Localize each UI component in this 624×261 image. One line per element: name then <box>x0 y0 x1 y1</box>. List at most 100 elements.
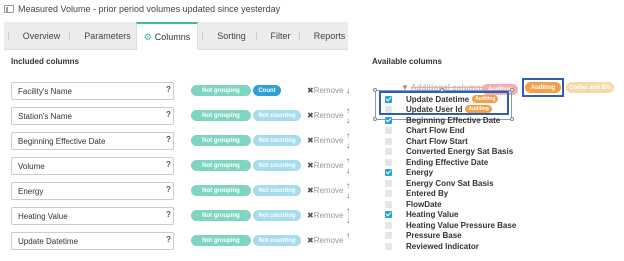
tab-icon <box>202 32 212 40</box>
arrow-down-icon[interactable]: ↓ <box>344 142 352 150</box>
checkbox[interactable] <box>385 242 392 250</box>
checkbox[interactable] <box>385 95 392 103</box>
available-item[interactable]: Chart Flow End <box>385 125 465 135</box>
checkbox[interactable] <box>385 179 392 187</box>
tab-sorting[interactable]: Sorting <box>198 22 250 50</box>
arrow-down-icon[interactable]: ↓ <box>344 217 352 225</box>
tab-filter[interactable]: Filter <box>250 22 296 50</box>
counting-toggle[interactable]: Not counting <box>253 210 301 221</box>
available-item[interactable]: Converted Energy Sat Basis <box>385 146 513 156</box>
resize-handle[interactable] <box>440 88 444 92</box>
grouping-toggle[interactable]: Not grouping <box>191 210 251 221</box>
tab-parameters[interactable]: Parameters <box>64 22 136 50</box>
checkbox[interactable] <box>385 200 392 208</box>
column-name-field[interactable]: Station's Name <box>11 107 174 125</box>
item-label: Beginning Effective Date <box>406 115 501 125</box>
column-name-field[interactable]: Facility's Name <box>11 82 174 100</box>
checkbox[interactable] <box>385 231 392 239</box>
remove-button[interactable]: ✖Remove <box>307 161 344 170</box>
available-item[interactable]: Entered By <box>385 188 448 198</box>
available-item[interactable]: Pressure Base <box>385 230 462 240</box>
arrow-up-icon[interactable]: ↑ <box>344 107 352 115</box>
remove-button[interactable]: ✖Remove <box>307 86 344 95</box>
remove-button[interactable]: ✖Remove <box>307 111 344 120</box>
available-item[interactable]: Heating Value <box>385 209 458 219</box>
arrow-up-icon[interactable]: ↑ <box>344 232 352 240</box>
available-item[interactable]: Chart Flow Start <box>385 136 468 146</box>
remove-button[interactable]: ✖Remove <box>307 136 344 145</box>
tab-icon <box>255 32 266 40</box>
column-name-field[interactable]: Update Datetime <box>11 232 174 250</box>
grouping-toggle[interactable]: Not grouping <box>191 160 251 171</box>
available-item[interactable]: Energy Conv Sat Basis <box>385 178 494 188</box>
checkbox[interactable] <box>385 126 392 134</box>
tab-columns[interactable]: ⚙ Columns <box>136 22 198 50</box>
arrow-up-icon[interactable]: ↑ <box>344 132 352 140</box>
available-item[interactable]: Update Datetime Auditing <box>385 94 499 104</box>
remove-label: Remove <box>313 111 344 120</box>
available-columns-heading: Available columns <box>372 57 442 66</box>
item-label: Reviewed Indicator <box>406 241 479 251</box>
remove-button[interactable]: ✖Remove <box>307 236 344 245</box>
help-icon[interactable]: ? <box>166 85 171 94</box>
checkbox[interactable] <box>385 105 392 113</box>
available-item[interactable]: Heating Value Pressure Base <box>385 220 516 230</box>
counting-toggle[interactable]: Not counting <box>253 160 301 171</box>
checkbox[interactable] <box>385 189 392 197</box>
checkbox[interactable] <box>385 210 392 218</box>
counting-toggle[interactable]: Count <box>253 85 281 96</box>
checkbox[interactable] <box>385 116 392 124</box>
help-icon[interactable]: ? <box>166 185 171 194</box>
arrow-down-icon[interactable]: ↓ <box>344 167 352 175</box>
counting-toggle[interactable]: Not counting <box>253 235 301 246</box>
available-item[interactable]: Energy <box>385 167 433 177</box>
available-item[interactable]: Update User Id Auditing <box>385 104 492 114</box>
help-icon[interactable]: ? <box>166 135 171 144</box>
remove-button[interactable]: ✖Remove <box>307 186 344 195</box>
resize-handle[interactable] <box>510 117 514 121</box>
tab-reports[interactable]: Reports <box>296 22 348 50</box>
column-name-field[interactable]: Beginning Effective Date <box>11 132 174 150</box>
grouping-toggle[interactable]: Not grouping <box>191 235 251 246</box>
grouping-toggle[interactable]: Not grouping <box>191 85 251 96</box>
column-name-field[interactable]: Heating Value <box>11 207 174 225</box>
item-label: Entered By <box>406 188 449 198</box>
checkbox[interactable] <box>385 221 392 229</box>
tab-icon <box>7 32 18 40</box>
checkbox[interactable] <box>385 168 392 176</box>
help-icon[interactable]: ? <box>166 235 171 244</box>
arrow-up-icon[interactable]: ↑ <box>344 182 352 190</box>
resize-handle[interactable] <box>373 117 377 121</box>
grouping-toggle[interactable]: Not grouping <box>191 185 251 196</box>
close-icon: ✖ <box>307 236 314 245</box>
checkbox[interactable] <box>385 158 392 166</box>
arrow-up-icon[interactable]: ↑ <box>344 207 352 215</box>
remove-button[interactable]: ✖Remove <box>307 211 344 220</box>
column-name-field[interactable]: Volume <box>11 157 174 175</box>
counting-toggle[interactable]: Not counting <box>253 110 301 121</box>
arrow-down-icon[interactable]: ↓ <box>344 192 352 200</box>
checkbox[interactable] <box>385 147 392 155</box>
grouping-toggle[interactable]: Not grouping <box>191 135 251 146</box>
resize-handle[interactable] <box>510 88 514 92</box>
grouping-toggle[interactable]: Not grouping <box>191 110 251 121</box>
arrow-down-icon[interactable]: ↓ <box>344 87 352 95</box>
item-label: Energy Conv Sat Basis <box>406 178 494 188</box>
help-icon[interactable]: ? <box>166 110 171 119</box>
arrow-down-icon[interactable]: ↓ <box>344 117 352 125</box>
counting-toggle[interactable]: Not counting <box>253 185 301 196</box>
included-row: Station's Name ? Not grouping Not counti… <box>11 107 360 125</box>
available-item[interactable]: Reviewed Indicator <box>385 241 479 251</box>
available-item[interactable]: FlowDate <box>385 199 442 209</box>
available-item[interactable]: Beginning Effective Date <box>385 115 500 125</box>
tab-overview[interactable]: Overview <box>4 22 64 50</box>
column-name-field[interactable]: Energy <box>11 182 174 200</box>
available-item[interactable]: Ending Effective Date <box>385 157 488 167</box>
arrow-up-icon[interactable]: ↑ <box>344 157 352 165</box>
counting-toggle[interactable]: Not counting <box>253 135 301 146</box>
resize-handle[interactable] <box>373 88 377 92</box>
checkbox[interactable] <box>385 137 392 145</box>
help-icon[interactable]: ? <box>166 210 171 219</box>
help-icon[interactable]: ? <box>166 160 171 169</box>
codes-and-ids-tag[interactable]: Codes and IDs <box>566 82 614 93</box>
